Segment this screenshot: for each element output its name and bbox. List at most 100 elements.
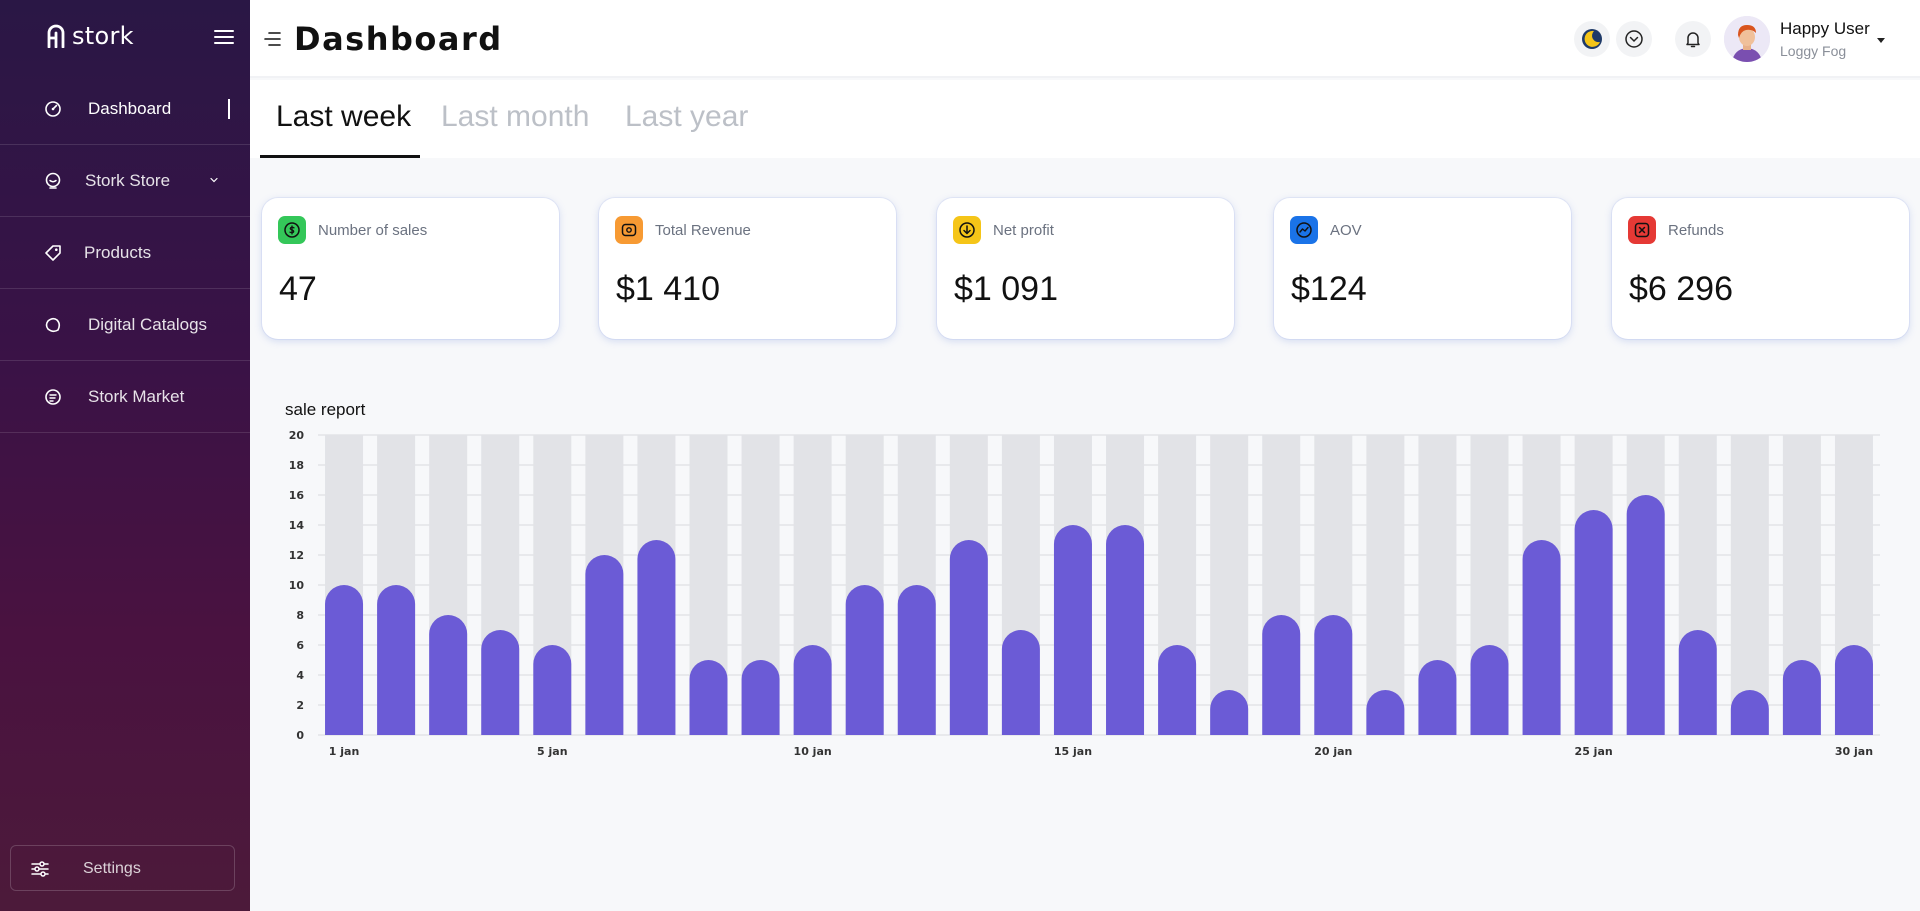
- stat-value: $1 091: [954, 270, 1058, 308]
- stat-label: AOV: [1330, 222, 1362, 239]
- dashboard-icon: [45, 101, 61, 117]
- sale-report-chart: 0 2 4 6 8 10 12 14 16 18 20 1 jan 5 jan 10 jan 15 jan 2…: [289, 429, 1880, 758]
- bar[interactable]: [1782, 660, 1821, 735]
- sidebar-item-stork-market[interactable]: Stork Market: [0, 361, 250, 433]
- user-subtitle: Loggy Fog: [1780, 43, 1847, 59]
- bar[interactable]: [637, 540, 676, 735]
- brand[interactable]: stork: [46, 22, 134, 50]
- settings-label: Settings: [83, 860, 141, 877]
- bar[interactable]: [1470, 645, 1509, 735]
- bar[interactable]: [949, 540, 988, 735]
- sidebar-item-label: Stork Store: [85, 170, 171, 190]
- tab-last-week[interactable]: Last week: [276, 100, 411, 134]
- user-avatar-icon: [1724, 16, 1770, 62]
- stat-card-refunds[interactable]: Refunds $6 296: [1612, 198, 1909, 339]
- stat-label: Total Revenue: [655, 222, 751, 239]
- stat-card-net-profit[interactable]: Net profit $1 091: [937, 198, 1234, 339]
- tab-last-year[interactable]: Last year: [625, 100, 748, 134]
- theme-toggle-button[interactable]: [1574, 21, 1610, 57]
- catalog-icon: [45, 317, 61, 333]
- bar[interactable]: [325, 585, 364, 735]
- bar[interactable]: [533, 645, 572, 735]
- bell-icon: [1686, 32, 1700, 48]
- bar[interactable]: [897, 585, 936, 735]
- stat-label: Refunds: [1668, 222, 1724, 239]
- chevron-circle-icon: [1625, 30, 1643, 48]
- y-tick-label: 16: [289, 489, 305, 502]
- y-tick-label: 4: [296, 669, 304, 682]
- chart-title: sale report: [285, 400, 366, 419]
- x-tick-label: 1 jan: [329, 745, 360, 758]
- x-tick-label: 10 jan: [794, 745, 832, 758]
- active-indicator: [228, 99, 230, 119]
- bar[interactable]: [1626, 495, 1665, 735]
- sidebar-item-products[interactable]: Products: [0, 217, 250, 289]
- bar[interactable]: [1834, 645, 1873, 735]
- bar[interactable]: [1418, 660, 1457, 735]
- y-tick-label: 12: [289, 549, 304, 562]
- sidebar-item-label: Dashboard: [88, 98, 172, 118]
- sidebar-item-digital-catalogs[interactable]: Digital Catalogs: [0, 289, 250, 361]
- bar[interactable]: [1053, 525, 1092, 735]
- user-name[interactable]: Happy User: [1780, 19, 1870, 39]
- sidebar-item-stork-store[interactable]: Stork Store: [0, 145, 250, 217]
- sidebar-item-label: Stork Market: [88, 386, 185, 406]
- notifications-button[interactable]: [1675, 21, 1711, 57]
- bar[interactable]: [793, 645, 832, 735]
- bar[interactable]: [429, 615, 468, 735]
- avatar[interactable]: [1724, 16, 1770, 62]
- bar[interactable]: [1314, 615, 1353, 735]
- y-tick-label: 2: [296, 699, 304, 712]
- top-header: Dashboard Happy User Loggy Fog: [250, 0, 1920, 78]
- y-tick-label: 18: [289, 459, 304, 472]
- bar[interactable]: [1730, 690, 1769, 735]
- bar[interactable]: [1158, 645, 1197, 735]
- sidebar-item-dashboard[interactable]: Dashboard: [0, 73, 250, 145]
- user-menu-caret-icon[interactable]: [1877, 38, 1885, 43]
- bar[interactable]: [481, 630, 520, 735]
- sidebar-collapse-button[interactable]: [214, 30, 234, 48]
- bar-track: [1210, 435, 1249, 735]
- bar[interactable]: [689, 660, 728, 735]
- bar[interactable]: [585, 555, 624, 735]
- active-tab-underline: [260, 155, 420, 158]
- chevron-down-icon[interactable]: [210, 177, 218, 183]
- dollar-icon: [278, 216, 306, 244]
- bar[interactable]: [1210, 690, 1249, 735]
- menu-icon[interactable]: [264, 30, 282, 48]
- stat-card-sales[interactable]: Number of sales 47: [262, 198, 559, 339]
- bar[interactable]: [377, 585, 416, 735]
- x-tick-label: 15 jan: [1054, 745, 1092, 758]
- bar[interactable]: [1522, 540, 1561, 735]
- bar[interactable]: [1106, 525, 1145, 735]
- cancel-icon: [1628, 216, 1656, 244]
- bar[interactable]: [1574, 510, 1613, 735]
- bar[interactable]: [1262, 615, 1301, 735]
- bar[interactable]: [1001, 630, 1040, 735]
- messages-button[interactable]: [1616, 21, 1652, 57]
- download-icon: [953, 216, 981, 244]
- y-tick-label: 10: [289, 579, 305, 592]
- stat-value: $124: [1291, 270, 1367, 308]
- bar[interactable]: [741, 660, 780, 735]
- page-title: Dashboard: [294, 20, 503, 58]
- stat-card-aov[interactable]: AOV $124: [1274, 198, 1571, 339]
- x-tick-label: 5 jan: [537, 745, 568, 758]
- stat-label: Net profit: [993, 222, 1054, 239]
- y-tick-label: 14: [289, 519, 305, 532]
- market-icon: [45, 389, 61, 405]
- bar[interactable]: [1366, 690, 1405, 735]
- cash-icon: [615, 216, 643, 244]
- bar[interactable]: [845, 585, 884, 735]
- stat-card-revenue[interactable]: Total Revenue $1 410: [599, 198, 896, 339]
- settings-button[interactable]: Settings: [10, 845, 235, 891]
- moon-icon: [1582, 29, 1602, 49]
- period-tabs: Last week Last month Last year: [250, 80, 1920, 158]
- sidebar: stork Dashboard Stork Store Products Dig…: [0, 0, 250, 911]
- tab-last-month[interactable]: Last month: [441, 100, 589, 134]
- sidebar-item-label: Products: [84, 242, 152, 262]
- sidebar-nav: Dashboard Stork Store Products Digital C…: [0, 73, 250, 433]
- x-tick-label: 20 jan: [1314, 745, 1352, 758]
- bar[interactable]: [1678, 630, 1717, 735]
- stat-value: 47: [279, 270, 317, 308]
